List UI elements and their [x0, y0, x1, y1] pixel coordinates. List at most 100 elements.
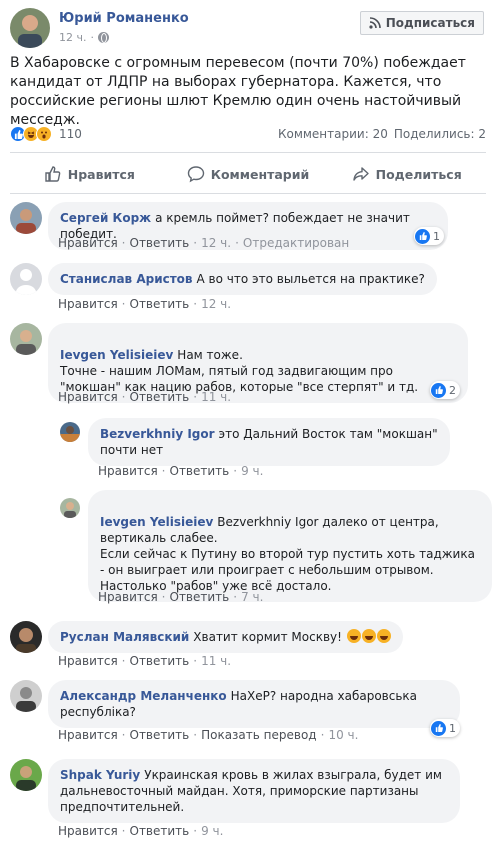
share-icon — [352, 167, 369, 181]
post-stats: Комментарии: 20 Поделились: 2 — [278, 127, 486, 141]
post-author[interactable]: Юрий Романенко — [59, 11, 189, 26]
like-reaction-icon — [415, 228, 430, 244]
comment-like-count: 2 — [449, 383, 456, 397]
post-actions: Нравится Комментарий Поделиться — [10, 158, 486, 190]
commenter-avatar[interactable] — [10, 680, 42, 712]
comment-like-link[interactable]: Нравится — [58, 654, 118, 668]
commenter-avatar[interactable] — [10, 323, 42, 355]
comment-like-count: 1 — [449, 721, 456, 735]
comment-reply-link[interactable]: Ответить — [130, 654, 190, 668]
comment-like-link[interactable]: Нравится — [58, 297, 118, 311]
comment-time[interactable]: 11 ч. — [201, 654, 231, 668]
comment-bubble: Станислав Аристов А во что это выльется н… — [48, 263, 437, 295]
commenter-name[interactable]: Александр Меланченко — [60, 689, 227, 703]
commenter-name[interactable]: Bezverkhniy Igor — [100, 427, 215, 441]
post-text: В Хабаровске с огромным перевесом (почти… — [10, 55, 466, 128]
post-meta: 12 ч. · — [59, 31, 109, 44]
comment-reply-link[interactable]: Ответить — [130, 390, 190, 404]
show-translation-link[interactable]: Показать перевод — [201, 728, 317, 742]
commenter-avatar[interactable] — [10, 263, 42, 295]
comment-time[interactable]: 12 ч. — [201, 236, 231, 250]
commenter-name[interactable]: Сергей Корж — [60, 211, 151, 225]
comment-like-count: 1 — [433, 229, 440, 243]
reaction-icons[interactable] — [10, 126, 52, 142]
rss-icon — [369, 17, 381, 29]
comment-reply-link[interactable]: Ответить — [170, 590, 230, 604]
comment-bubble: Shpak Yuriy Украинская кровь в жилах взыг… — [48, 759, 460, 823]
commenter-name[interactable]: Ievgen Yelisieiev — [100, 515, 213, 529]
commenter-avatar[interactable] — [60, 498, 80, 518]
commenter-name[interactable]: Ievgen Yelisieiev — [60, 348, 173, 362]
comment-text: А во что это выльется на практике? — [196, 272, 425, 286]
comment-time[interactable]: 10 ч. — [328, 728, 358, 742]
share-label: Поделиться — [375, 166, 462, 182]
edited-label: Отредактирован — [242, 236, 350, 250]
comment-bubble: Bezverkhniy Igor это Дальний Восток там "… — [88, 418, 450, 466]
like-reaction-icon — [431, 720, 446, 736]
post-time[interactable]: 12 ч. — [59, 31, 87, 44]
comment-actions: Нравится · Ответить · 11 ч. — [58, 654, 232, 668]
comment-button[interactable]: Комментарий — [169, 158, 328, 190]
comment-icon — [187, 166, 204, 183]
subscribe-label: Подписаться — [385, 16, 475, 30]
commenter-name[interactable]: Руслан Малявский — [60, 630, 189, 644]
comment-time[interactable]: 9 ч. — [241, 464, 263, 478]
wow-reaction-icon — [36, 126, 52, 142]
comment-like-badge[interactable]: 1 — [414, 227, 444, 245]
comment-reply-link[interactable]: Ответить — [130, 728, 190, 742]
commenter-avatar[interactable] — [10, 202, 42, 234]
comment-actions: Нравится · Ответить · Показать перевод · 10 ч. — [58, 728, 359, 742]
comment: Ievgen Yelisieiev Нам тоже. Точне - нашим… — [10, 323, 486, 407]
subscribe-button[interactable]: Подписаться — [359, 11, 484, 35]
comment-reply: Bezverkhniy Igor это Дальний Восток там "… — [60, 418, 486, 480]
comment: Руслан Малявский Хватит кормит Москву! Нр… — [10, 621, 486, 671]
laughing-emoji-icon — [346, 629, 361, 643]
comment-reply-link[interactable]: Ответить — [170, 464, 230, 478]
comment-actions: Нравится · Ответить · 9 ч. — [58, 824, 224, 838]
comment: Сергей Корж а кремль поймет? побеждает не… — [10, 202, 486, 254]
comment-actions: Нравится · Ответить · 12 ч. · Отредактирован — [58, 236, 350, 250]
comment-reply-link[interactable]: Ответить — [130, 824, 190, 838]
comment-time[interactable]: 9 ч. — [201, 824, 223, 838]
share-button[interactable]: Поделиться — [327, 158, 486, 190]
comment-like-badge[interactable]: 2 — [430, 381, 460, 399]
comment: Shpak Yuriy Украинская кровь в жилах взыг… — [10, 759, 486, 845]
comment-time[interactable]: 7 ч. — [241, 590, 263, 604]
comment-like-link[interactable]: Нравится — [58, 728, 118, 742]
comment-reply-link[interactable]: Ответить — [130, 236, 190, 250]
comment-like-link[interactable]: Нравится — [98, 590, 158, 604]
shares-count[interactable]: Поделились: 2 — [394, 127, 486, 141]
like-reaction-icon — [431, 382, 446, 398]
comment-text: Хватит кормит Москву! — [193, 630, 342, 644]
commenter-avatar[interactable] — [60, 422, 80, 442]
reaction-count[interactable]: 110 — [59, 127, 82, 141]
comment: Александр Меланченко НаХеР? народна хабар… — [10, 680, 486, 746]
commenter-avatar[interactable] — [10, 759, 42, 791]
comment-time[interactable]: 11 ч. — [201, 390, 231, 404]
comment-time[interactable]: 12 ч. — [201, 297, 231, 311]
comment-actions: Нравится · Ответить · 7 ч. — [98, 590, 264, 604]
comment-like-link[interactable]: Нравится — [58, 236, 118, 250]
like-button[interactable]: Нравится — [10, 158, 169, 190]
comment-like-link[interactable]: Нравится — [58, 824, 118, 838]
laughing-emoji-icon — [376, 629, 391, 643]
comment: Станислав Аристов А во что это выльется н… — [10, 263, 486, 313]
reactions-row: 110 Комментарии: 20 Поделились: 2 — [10, 124, 486, 144]
author-avatar[interactable] — [10, 8, 50, 48]
comment-like-link[interactable]: Нравится — [98, 464, 158, 478]
comment-reply-link[interactable]: Ответить — [130, 297, 190, 311]
commenter-name[interactable]: Станислав Аристов — [60, 272, 193, 286]
divider — [10, 193, 486, 194]
commenter-name[interactable]: Shpak Yuriy — [60, 768, 140, 782]
comment-actions: Нравится · Ответить · 11 ч. — [58, 390, 232, 404]
commenter-avatar[interactable] — [10, 621, 42, 653]
comment-like-link[interactable]: Нравится — [58, 390, 118, 404]
globe-icon — [98, 32, 109, 43]
comments-count[interactable]: Комментарии: 20 — [278, 127, 388, 141]
comment-actions: Нравится · Ответить · 12 ч. — [58, 297, 232, 311]
like-label: Нравится — [67, 166, 135, 182]
comment-bubble: Ievgen Yelisieiev Bezverkhniy Igor далеко… — [88, 490, 492, 602]
laughing-emoji-icon — [361, 629, 376, 643]
comment-reply: Ievgen Yelisieiev Bezverkhniy Igor далеко… — [60, 490, 492, 606]
comment-like-badge[interactable]: 1 — [430, 719, 460, 737]
